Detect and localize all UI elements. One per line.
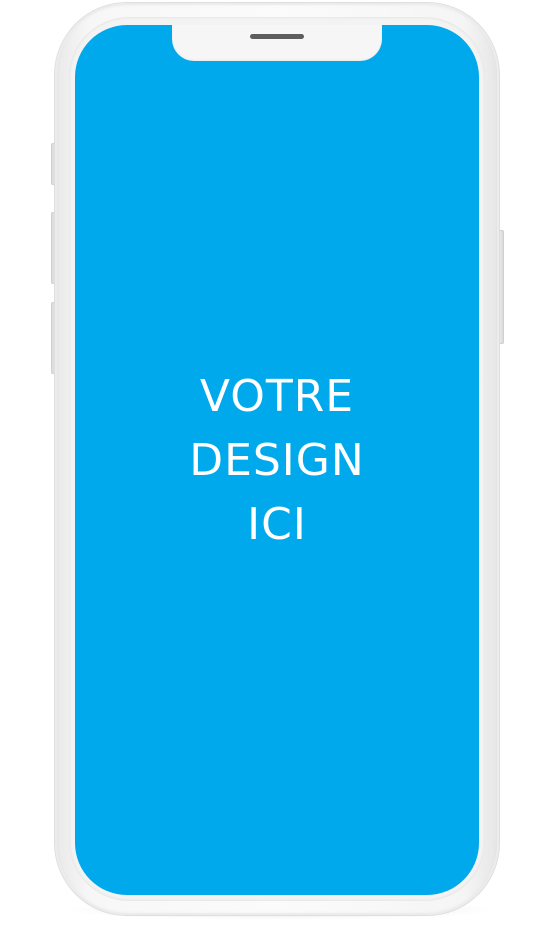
notch [172, 25, 382, 61]
placeholder-line-3: ICI [247, 499, 307, 550]
phone-screen: VOTRE DESIGN ICI [75, 25, 479, 895]
placeholder-line-2: DESIGN [189, 435, 365, 486]
design-placeholder-text: VOTRE DESIGN ICI [75, 365, 479, 557]
mockup-stage: VOTRE DESIGN ICI [0, 0, 554, 928]
speaker-grille-icon [250, 34, 304, 39]
phone-frame: VOTRE DESIGN ICI [55, 3, 499, 915]
placeholder-line-1: VOTRE [199, 371, 355, 422]
